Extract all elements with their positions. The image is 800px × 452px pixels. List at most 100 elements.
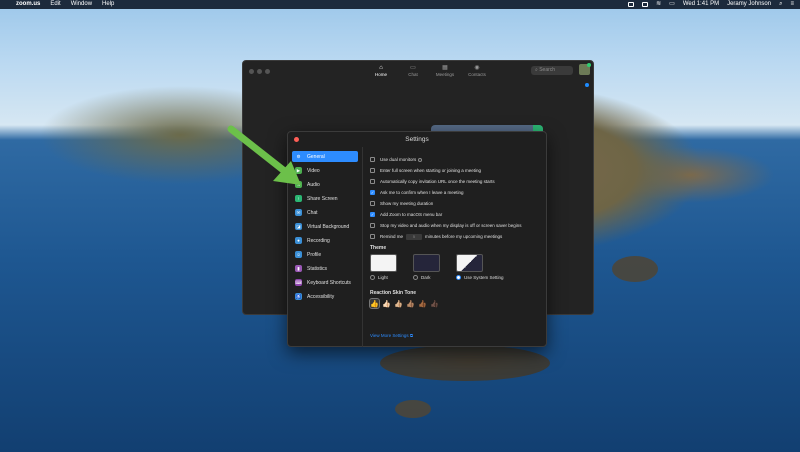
battery-icon[interactable]: ▭ xyxy=(669,0,675,9)
menu-help[interactable]: Help xyxy=(102,0,114,9)
theme-light-thumbnail[interactable] xyxy=(370,254,397,272)
general-option[interactable]: Use dual monitors xyxy=(370,154,542,165)
home-icon: ⌂ xyxy=(379,65,383,71)
theme-system-thumbnail[interactable] xyxy=(456,254,483,272)
sidebar-item-chat[interactable]: ✉ Chat xyxy=(292,207,358,218)
tab-contacts[interactable]: ◉ Contacts xyxy=(467,64,487,77)
option-checkbox[interactable] xyxy=(370,157,375,162)
theme-dark-thumbnail[interactable] xyxy=(413,254,440,272)
search-input[interactable]: ⌕ Search xyxy=(531,66,573,75)
minimize-window-button[interactable] xyxy=(257,68,262,74)
remind-checkbox[interactable] xyxy=(370,234,375,239)
remind-after-label: minutes before my upcoming meetings xyxy=(425,234,503,239)
option-checkbox[interactable] xyxy=(370,179,375,184)
sidebar-item-recording[interactable]: ● Recording xyxy=(292,235,358,246)
tab-meetings[interactable]: ▦ Meetings xyxy=(435,64,455,77)
general-option[interactable]: Show my meeting duration xyxy=(370,198,542,209)
theme-label: Use System Setting xyxy=(464,275,504,280)
zoom-window-button[interactable] xyxy=(265,68,270,74)
theme-system-radio[interactable] xyxy=(456,275,461,280)
theme-system[interactable]: Use System Setting xyxy=(456,254,504,280)
profile-icon: ☺ xyxy=(295,251,302,258)
option-label: Enter full screen when starting or joini… xyxy=(380,168,482,173)
sidebar-item-label: Share Screen xyxy=(307,195,338,202)
option-checkbox[interactable] xyxy=(370,168,375,173)
menubar-clock[interactable]: Wed 1:41 PM xyxy=(683,0,719,9)
menubar-user[interactable]: Jeramy Johnson xyxy=(727,0,771,9)
tab-label: Home xyxy=(374,72,387,77)
option-label: Stop my video and audio when my display … xyxy=(380,223,522,228)
theme-label: Dark xyxy=(421,275,431,280)
control-center-icon[interactable]: ≡ xyxy=(790,0,794,9)
theme-light-radio[interactable] xyxy=(370,275,375,280)
sidebar-item-accessibility[interactable]: ♿ Accessibility xyxy=(292,291,358,302)
sidebar-item-label: Chat xyxy=(307,209,318,216)
general-option[interactable]: Enter full screen when starting or joini… xyxy=(370,165,542,176)
share-screen-icon: ↑ xyxy=(295,195,302,202)
skin-tone-option[interactable]: 👍 xyxy=(369,298,380,309)
screen-icon[interactable] xyxy=(642,2,649,7)
menu-bar: zoom.us Edit Window Help ≋ ▭ Wed 1:41 PM… xyxy=(0,0,800,9)
avatar[interactable] xyxy=(579,63,591,75)
tab-chat[interactable]: ▭ Chat xyxy=(403,64,423,77)
settings-titlebar: Settings xyxy=(288,132,546,147)
sidebar-item-label: Audio xyxy=(307,181,320,188)
view-more-settings-link[interactable]: View More Settings ⧉ xyxy=(370,333,413,338)
skin-tone-option[interactable]: 👍🏾 xyxy=(418,299,427,308)
remind-minutes-stepper[interactable]: 5 xyxy=(406,233,423,240)
info-icon[interactable] xyxy=(418,157,423,162)
settings-window: Settings ⚙General▶Video♫Audio↑Share Scre… xyxy=(287,131,547,347)
search-icon[interactable]: ⌕ xyxy=(779,0,782,9)
skin-tone-option[interactable]: 👍🏻 xyxy=(382,299,391,308)
skin-tone-option[interactable]: 👍🏼 xyxy=(394,299,403,308)
zoom-titlebar: ⌂ Home ▭ Chat ▦ Meetings ◉ Contacts ⌕ Se… xyxy=(243,61,593,81)
skin-tone-heading: Reaction Skin Tone xyxy=(370,290,417,296)
option-checkbox[interactable] xyxy=(370,223,375,228)
general-option[interactable]: Stop my video and audio when my display … xyxy=(370,220,542,231)
theme-heading: Theme xyxy=(370,245,387,251)
general-option[interactable]: ✓ Add Zoom to macOS menu bar xyxy=(370,209,542,220)
menu-window[interactable]: Window xyxy=(71,0,92,9)
option-checkbox[interactable]: ✓ xyxy=(370,212,375,217)
option-checkbox[interactable]: ✓ xyxy=(370,190,375,195)
sidebar-item-profile[interactable]: ☺ Profile xyxy=(292,249,358,260)
wifi-icon[interactable]: ≋ xyxy=(656,0,661,9)
sidebar-item-share-screen[interactable]: ↑ Share Screen xyxy=(292,193,358,204)
virtual-background-icon: ◪ xyxy=(295,223,302,230)
sidebar-item-label: Profile xyxy=(307,251,322,258)
zoom-status-icon[interactable] xyxy=(628,2,635,7)
contacts-icon: ◉ xyxy=(474,65,480,71)
tab-label: Contacts xyxy=(468,72,486,77)
recording-icon: ● xyxy=(295,237,302,244)
theme-dark[interactable]: Dark xyxy=(413,254,440,280)
option-checkbox[interactable] xyxy=(370,201,375,206)
sidebar-item-keyboard-shortcuts[interactable]: ⌨ Keyboard Shortcuts xyxy=(292,277,358,288)
general-option[interactable]: Automatically copy invitation URL once t… xyxy=(370,176,542,187)
divider xyxy=(362,147,363,347)
close-window-button[interactable] xyxy=(249,68,254,74)
option-label: Automatically copy invitation URL once t… xyxy=(380,179,495,184)
menu-app-name[interactable]: zoom.us xyxy=(16,0,40,9)
zoom-nav: ⌂ Home ▭ Chat ▦ Meetings ◉ Contacts xyxy=(371,64,487,77)
skin-tone-options: 👍 👍🏻 👍🏼 👍🏽 👍🏾 👍🏿 xyxy=(369,298,542,309)
rock-formation xyxy=(380,345,550,381)
theme-dark-radio[interactable] xyxy=(413,275,418,280)
sidebar-item-label: Accessibility xyxy=(307,293,335,300)
keyboard-icon: ⌨ xyxy=(295,279,302,286)
sidebar-item-label: General xyxy=(307,153,325,160)
window-controls xyxy=(249,68,270,74)
theme-light[interactable]: Light xyxy=(370,254,397,280)
menu-edit[interactable]: Edit xyxy=(50,0,60,9)
option-label: Ask me to confirm when I leave a meeting xyxy=(380,190,464,195)
settings-general-panel: Use dual monitors Enter full screen when … xyxy=(369,154,542,309)
general-option[interactable]: ✓ Ask me to confirm when I leave a meetin… xyxy=(370,187,542,198)
skin-tone-option[interactable]: 👍🏿 xyxy=(430,299,439,308)
sidebar-item-virtual-background[interactable]: ◪ Virtual Background xyxy=(292,221,358,232)
sidebar-item-label: Statistics xyxy=(307,265,328,272)
sidebar-item-label: Keyboard Shortcuts xyxy=(307,279,351,286)
tab-home[interactable]: ⌂ Home xyxy=(371,64,391,77)
skin-tone-option[interactable]: 👍🏽 xyxy=(406,299,415,308)
remind-option[interactable]: Remind me 5 minutes before my upcoming m… xyxy=(370,231,542,242)
option-label: Add Zoom to macOS menu bar xyxy=(380,212,443,217)
sidebar-item-statistics[interactable]: ▮ Statistics xyxy=(292,263,358,274)
